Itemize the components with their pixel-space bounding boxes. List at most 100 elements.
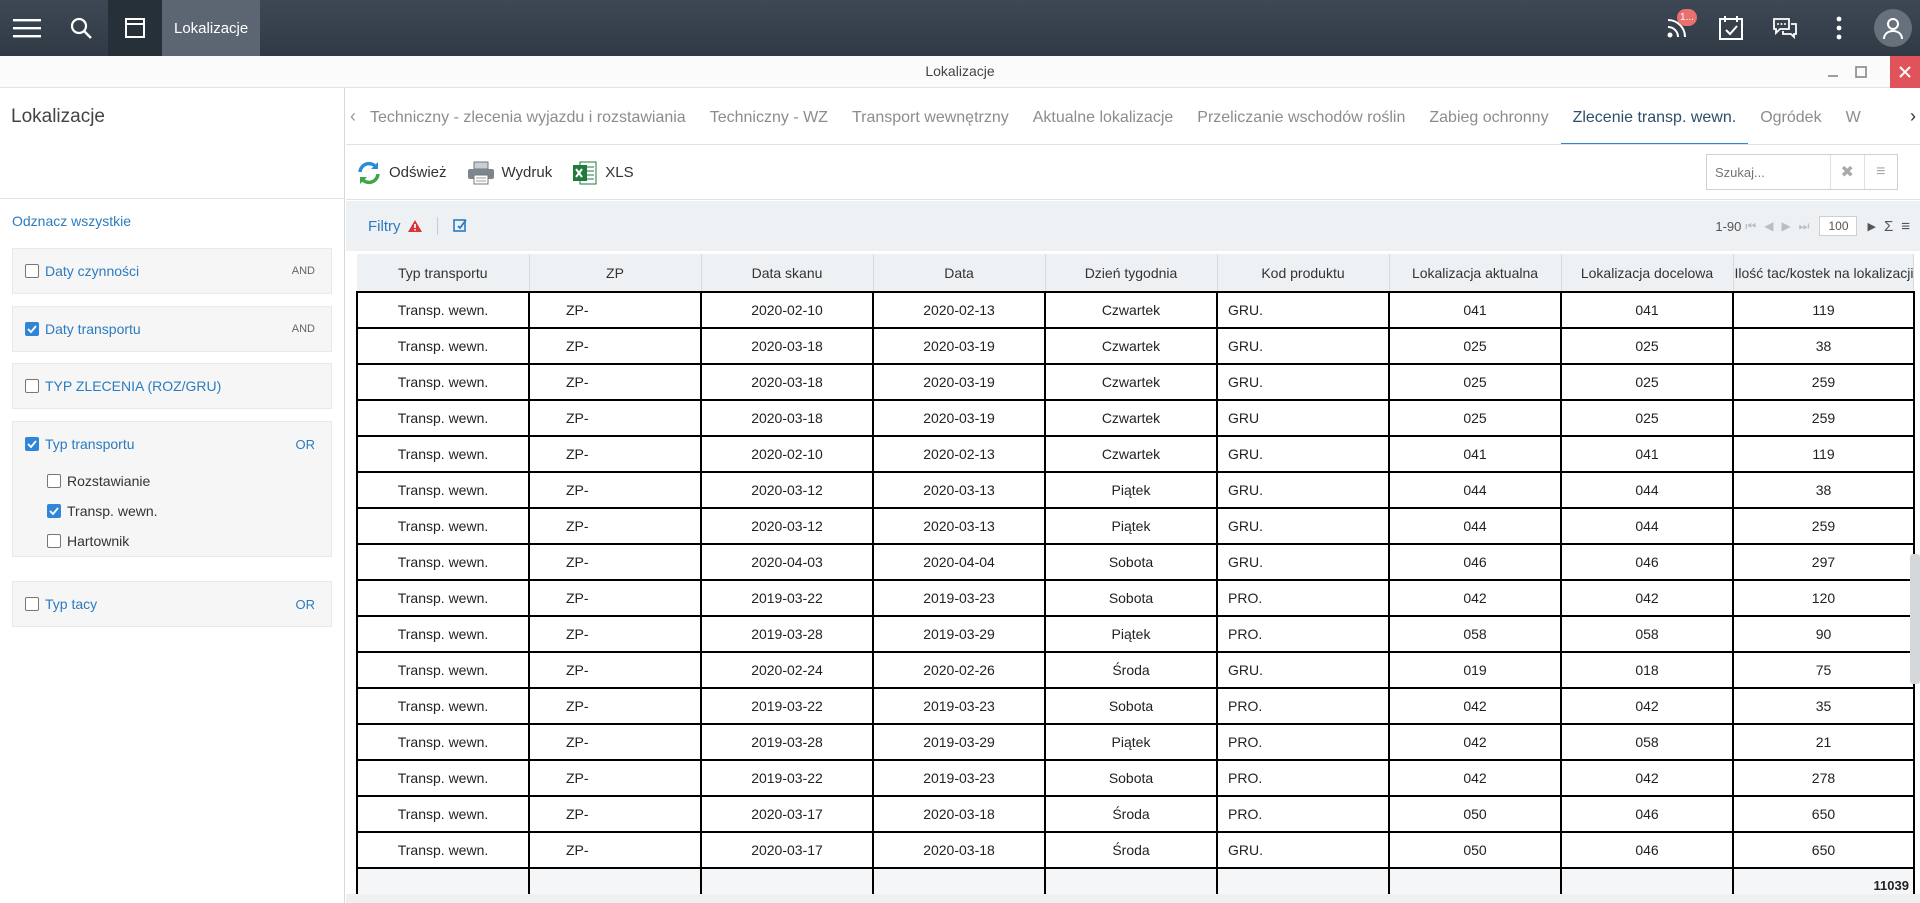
next-page-icon[interactable]: ▶ (1781, 219, 1790, 233)
vertical-scrollbar[interactable] (1910, 554, 1920, 684)
user-avatar[interactable] (1866, 0, 1920, 56)
table-row[interactable]: Transp. wewn. ZP- 2020-02-10 2020-02-13 Czwa… (356, 435, 1915, 472)
table-row[interactable]: Transp. wewn. ZP- 2020-03-18 2020-03-19 Czwa… (356, 363, 1915, 400)
search-menu-icon[interactable]: ≡ (1863, 155, 1898, 189)
table-row[interactable]: Transp. wewn. ZP- 2019-03-28 2019-03-29 Piąt… (356, 615, 1915, 652)
tab-techniczny-wz[interactable]: Techniczny - WZ (698, 88, 840, 144)
minimize-icon[interactable] (1820, 56, 1846, 88)
print-button[interactable]: Wydruk (467, 161, 552, 185)
table-row[interactable]: Transp. wewn. ZP- 2019-03-22 2019-03-23 Sobo… (356, 759, 1915, 796)
table-cell: Piątek (1045, 615, 1218, 652)
table-row[interactable]: Transp. wewn. ZP- 2019-03-28 2019-03-29 Piąt… (356, 723, 1915, 760)
checkbox-typ-transportu[interactable] (25, 437, 39, 451)
page-size-input[interactable]: 100 (1819, 216, 1858, 236)
clear-search-icon[interactable]: ✖ (1830, 155, 1864, 189)
menu-icon[interactable] (0, 0, 54, 56)
tabs-scroll-right-icon[interactable]: › (1906, 88, 1920, 144)
tab-aktualne-lokalizacje[interactable]: Aktualne lokalizacje (1021, 88, 1186, 144)
table-row[interactable]: Transp. wewn. ZP- 2019-03-22 2019-03-23 Sobo… (356, 687, 1915, 724)
table-row[interactable]: Transp. wewn. ZP- 2020-02-10 2020-02-13 Czwa… (356, 291, 1915, 328)
tab-przeliczanie-wschodow[interactable]: Przeliczanie wschodów roślin (1185, 88, 1417, 144)
feed-icon[interactable]: 1... (1650, 0, 1704, 56)
table-row[interactable]: Transp. wewn. ZP- 2020-02-24 2020-02-26 Środ… (356, 651, 1915, 688)
column-header[interactable]: Ilość tac/kostek na lokalizacji (1733, 254, 1915, 292)
search-icon[interactable] (54, 0, 108, 56)
sum-icon[interactable]: Σ (1884, 218, 1893, 235)
column-header[interactable]: ZP (529, 254, 702, 292)
filter-operator[interactable]: AND (292, 265, 315, 277)
tab-transport-wewnetrzny[interactable]: Transport wewnętrzny (840, 88, 1021, 144)
table-cell: Sobota (1045, 579, 1218, 616)
column-header[interactable]: Data (873, 254, 1046, 292)
last-page-icon[interactable]: ⏭ (1799, 219, 1810, 234)
filter-option-hartownik[interactable]: Hartownik (13, 526, 331, 556)
table-cell: 2020-02-24 (701, 651, 874, 688)
checkbox-transp-wewn[interactable] (47, 504, 61, 518)
filters-link[interactable]: Filtry (368, 218, 423, 235)
search-input[interactable] (1707, 155, 1830, 189)
filter-operator[interactable]: OR (296, 437, 316, 452)
more-vertical-icon[interactable] (1812, 0, 1866, 56)
column-header[interactable]: Kod produktu (1217, 254, 1390, 292)
filter-label[interactable]: Daty czynności (45, 263, 139, 279)
tab-zabieg-ochronny[interactable]: Zabieg ochronny (1417, 88, 1560, 144)
table-cell: 019 (1389, 651, 1562, 688)
horizontal-scrollbar[interactable] (346, 894, 1920, 903)
go-icon[interactable]: ▶ (1867, 220, 1875, 233)
table-cell: PRO. (1217, 795, 1390, 832)
filter-operator[interactable]: OR (296, 597, 316, 612)
tab-zlecenie-transp-wewn[interactable]: Zlecenie transp. wewn. (1560, 88, 1749, 144)
checkbox-rozstawianie[interactable] (47, 474, 61, 488)
filter-label[interactable]: TYP ZLECENIA (ROZ/GRU) (45, 378, 221, 394)
table-row[interactable]: Transp. wewn. ZP- 2019-03-22 2019-03-23 Sobo… (356, 579, 1915, 616)
table-row[interactable]: Transp. wewn. ZP- 2020-03-12 2020-03-13 Piąt… (356, 507, 1915, 544)
table-row[interactable]: Transp. wewn. ZP- 2020-03-12 2020-03-13 Piąt… (356, 471, 1915, 508)
columns-menu-icon[interactable]: ≡ (1901, 218, 1910, 235)
table-cell: GRU. (1217, 507, 1390, 544)
table-cell: 2020-03-18 (701, 363, 874, 400)
refresh-button[interactable]: Odśwież (356, 160, 447, 186)
checkbox-typ-zlecenia[interactable] (25, 379, 39, 393)
table-row[interactable]: Transp. wewn. ZP- 2020-03-17 2020-03-18 Środ… (356, 795, 1915, 832)
calendar-icon[interactable] (1704, 0, 1758, 56)
checkbox-typ-tacy[interactable] (25, 597, 39, 611)
table-row[interactable]: Transp. wewn. ZP- 2020-03-18 2020-03-19 Czwa… (356, 399, 1915, 436)
uncheck-all-link[interactable]: Odznacz wszystkie (12, 213, 131, 229)
column-header[interactable]: Lokalizacja docelowa (1561, 254, 1734, 292)
maximize-icon[interactable] (1848, 56, 1874, 88)
table-row[interactable]: Transp. wewn. ZP- 2020-03-18 2020-03-19 Czwa… (356, 327, 1915, 364)
window-icon[interactable] (108, 0, 162, 56)
table-cell: Transp. wewn. (356, 435, 530, 472)
filter-label[interactable]: Daty transportu (45, 321, 141, 337)
table-cell: 2020-03-12 (701, 507, 874, 544)
column-header[interactable]: Typ transportu (357, 254, 530, 292)
filter-option-rozstawianie[interactable]: Rozstawianie (13, 466, 331, 496)
filter-label[interactable]: Typ tacy (45, 596, 97, 612)
filter-option-transp-wewn[interactable]: Transp. wewn. (13, 496, 331, 526)
table-cell: ZP- (529, 507, 702, 544)
table-row[interactable]: Transp. wewn. ZP- 2020-04-03 2020-04-04 Sobo… (356, 543, 1915, 580)
filter-operator[interactable]: AND (292, 323, 315, 335)
table-cell: 2019-03-22 (701, 579, 874, 616)
table-cell: 058 (1561, 615, 1734, 652)
checkbox-daty-transportu[interactable] (25, 322, 39, 336)
table-cell: 025 (1561, 363, 1734, 400)
chat-icon[interactable] (1758, 0, 1812, 56)
filter-label[interactable]: Typ transportu (45, 436, 135, 452)
checkbox-hartownik[interactable] (47, 534, 61, 548)
xls-button[interactable]: XLS (572, 160, 634, 186)
prev-page-icon[interactable]: ◀ (1764, 219, 1773, 233)
column-header[interactable]: Lokalizacja aktualna (1389, 254, 1562, 292)
app-tab-title[interactable]: Lokalizacje (162, 0, 261, 56)
column-header[interactable]: Data skanu (701, 254, 874, 292)
table-row[interactable]: Transp. wewn. ZP- 2020-03-17 2020-03-18 Środ… (356, 831, 1915, 868)
tab-techniczny-zlecenia[interactable]: Techniczny - zlecenia wyjazdu i rozstawi… (358, 88, 698, 144)
column-header[interactable]: Dzień tygodnia (1045, 254, 1218, 292)
tab-more[interactable]: W (1834, 88, 1873, 144)
edit-filters-icon[interactable] (452, 217, 468, 236)
checkbox-daty-czynnosci[interactable] (25, 264, 39, 278)
close-icon[interactable] (1890, 56, 1920, 88)
table-cell: Transp. wewn. (356, 831, 530, 868)
first-page-icon[interactable]: ⏮ (1745, 219, 1756, 234)
tab-ogrodek[interactable]: Ogródek (1748, 88, 1833, 144)
